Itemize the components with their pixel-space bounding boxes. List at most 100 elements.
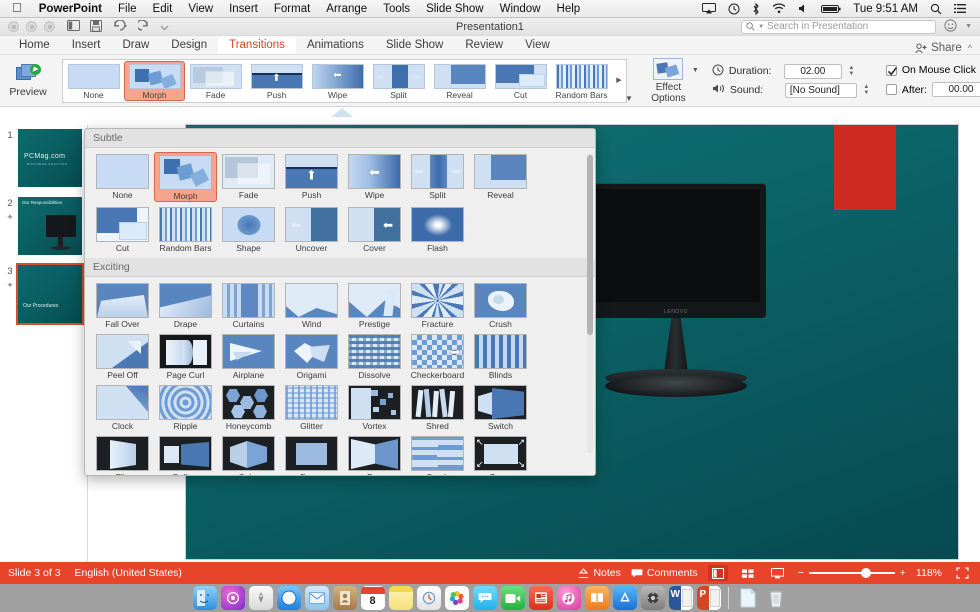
slide-monitor-image[interactable]: LENOVO [586,183,766,443]
notes-button[interactable]: Notes [578,567,621,579]
sidebar-toggle-icon[interactable] [67,20,80,33]
dropdown-item-fade[interactable]: Fade [217,152,280,202]
menu-item-insert[interactable]: Insert [221,3,266,15]
airplay-icon[interactable] [696,3,722,14]
powerpoint-icon[interactable]: P [696,586,721,610]
dropdown-item-honeycomb[interactable]: Honeycomb [217,383,280,431]
dropdown-item-clock[interactable]: Clock [91,383,154,431]
transition-star-icon-3[interactable]: ✦ [2,280,18,291]
dropdown-item-page-curl[interactable]: Page Curl [154,332,217,380]
normal-view-button[interactable] [707,565,728,581]
siri-icon[interactable] [220,586,245,610]
dropdown-item-split[interactable]: ⬅ ➡ Split [406,152,469,202]
ibooks-icon[interactable] [584,586,609,610]
gallery-item-random-bars[interactable]: Random Bars [551,62,612,100]
spotlight-search-icon[interactable] [924,3,948,15]
slide-counter[interactable]: Slide 3 of 3 [8,567,61,579]
gallery-more-button[interactable]: ▶ [612,76,626,85]
dropdown-item-cover[interactable]: ⬅ Cover [343,205,406,253]
apple-logo-icon[interactable]:  [8,1,31,16]
itunes-icon[interactable] [556,586,581,610]
slide-thumbnail-3[interactable]: Our Procedures [16,263,84,325]
dropdown-item-morph[interactable]: Morph [154,152,217,202]
account-chevron-icon[interactable]: ▼ [965,23,972,30]
tab-review[interactable]: Review [454,37,514,54]
tab-draw[interactable]: Draw [111,37,160,54]
reminders-icon[interactable] [416,586,441,610]
menu-item-powerpoint[interactable]: PowerPoint [31,3,110,15]
menu-item-edit[interactable]: Edit [145,3,181,15]
dropdown-item-origami[interactable]: Origami [280,332,343,380]
undo-icon[interactable] [112,19,128,33]
contacts-icon[interactable] [332,586,357,610]
search-input[interactable]: ▼ Search in Presentation [741,19,937,34]
menu-item-format[interactable]: Format [266,3,318,15]
mail-icon[interactable] [304,586,329,610]
dropdown-item-uncover[interactable]: ⬅ Uncover [280,205,343,253]
appstore-icon[interactable] [612,586,637,610]
slide-thumbnail-row-2[interactable]: 2 ✦ Our Responsibilities [0,197,87,255]
slide-thumbnail-row-3[interactable]: 3 ✦ Our Procedures [0,263,87,325]
duration-stepper[interactable]: ▲ ▼ [847,65,856,77]
dropdown-item-reveal[interactable]: Reveal [469,152,532,202]
dropdown-item-cube[interactable]: Cube [217,434,280,475]
after-checkbox[interactable] [885,84,897,95]
dropdown-item-peel-off[interactable]: Peel Off [91,332,154,380]
menu-item-view[interactable]: View [180,3,221,15]
preview-button[interactable]: ▶ Preview [6,63,50,98]
bluetooth-icon[interactable] [746,2,766,15]
tab-transitions[interactable]: Transitions [218,37,296,54]
finder-icon[interactable] [192,586,217,610]
dropdown-item-drape[interactable]: Drape [154,281,217,329]
dropdown-item-fall-over[interactable]: Fall Over [91,281,154,329]
duration-input[interactable]: 02.00 [783,63,842,79]
dropdown-item-random-bars[interactable]: Random Bars [154,205,217,253]
transition-star-icon-2[interactable]: ✦ [2,212,18,223]
account-icon[interactable] [944,18,957,35]
facetime-icon[interactable] [500,586,525,610]
language-indicator[interactable]: English (United States) [75,567,182,579]
tab-design[interactable]: Design [160,37,218,54]
dropdown-item-blinds[interactable]: Blinds [469,332,532,380]
time-machine-icon[interactable] [722,3,746,15]
gallery-item-wipe[interactable]: ⬅ Wipe [307,62,368,100]
slide-thumbnail-1[interactable]: PCMag.com BUSINESS ANALYSIS [18,129,82,187]
messages-icon[interactable] [472,586,497,610]
fit-slide-to-window-button[interactable] [952,565,972,581]
dropdown-item-push[interactable]: ⬆ Push [280,152,343,202]
menu-item-slide-show[interactable]: Slide Show [418,3,492,15]
slide-red-shape[interactable] [834,125,896,210]
dropdown-item-flip[interactable]: Flip [91,434,154,475]
dropdown-item-shape[interactable]: Shape [217,205,280,253]
dropdown-item-wind[interactable]: Wind [280,281,343,329]
battery-icon[interactable] [815,4,847,14]
dropdown-item-shred[interactable]: Shred [406,383,469,431]
zoom-out-button[interactable]: − [798,567,804,579]
calendar-icon[interactable]: 8 [360,586,385,610]
slide-thumbnail-2[interactable]: Our Responsibilities [18,197,82,255]
dropdown-item-flash[interactable]: Flash [406,205,469,253]
gallery-item-reveal[interactable]: Reveal [429,62,490,100]
dropdown-item-zoom[interactable]: ↖ ↗ ↙ ↘ Zoom [469,434,532,475]
dropdown-item-vortex[interactable]: Vortex [343,383,406,431]
on-mouse-click-checkbox[interactable] [885,64,897,76]
sound-select[interactable]: [No Sound] [784,82,857,98]
dropdown-item-box[interactable]: Box [343,434,406,475]
reading-view-button[interactable] [768,565,788,581]
notification-center-icon[interactable] [948,3,972,14]
gallery-item-cut[interactable]: Cut [490,62,551,100]
dropdown-item-glitter[interactable]: Glitter [280,383,343,431]
tab-insert[interactable]: Insert [61,37,112,54]
zoom-track[interactable] [808,568,895,578]
menu-item-tools[interactable]: Tools [375,3,418,15]
news-icon[interactable] [528,586,553,610]
launchpad-icon[interactable] [248,586,273,610]
save-icon[interactable] [90,19,102,34]
notes-icon[interactable] [388,586,413,610]
gallery-item-split[interactable]: ⬅ ➡ Split [368,62,429,100]
wifi-icon[interactable] [766,3,792,14]
zoom-level-label[interactable]: 118% [916,567,942,579]
effect-options-button[interactable]: Effect Options [645,57,692,104]
gallery-item-fade[interactable]: Fade [185,62,246,100]
customize-toolbar-icon[interactable] [160,21,169,33]
